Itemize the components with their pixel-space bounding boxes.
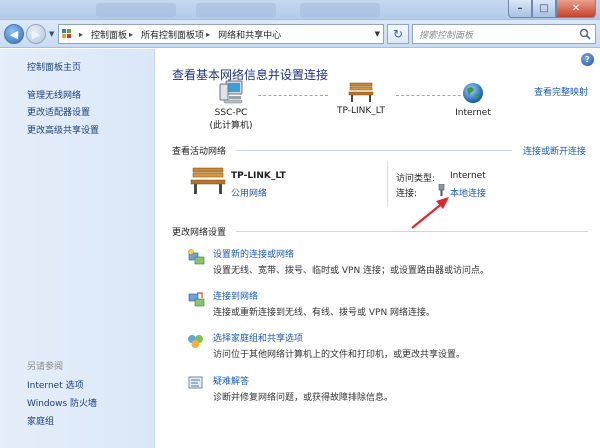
- address-row: ◀ ▶ ▼ ▸ 控制面板 ▸ 所有控制面板项 ▸ 网络和共享中心 ▼ ↻ 搜索控制面…: [0, 20, 600, 48]
- sidebar-item-homegroup[interactable]: 家庭组: [27, 414, 54, 427]
- tab-placeholder: [96, 3, 176, 17]
- tab-placeholder: [196, 3, 276, 17]
- address-bar[interactable]: ▸ 控制面板 ▸ 所有控制面板项 ▸ 网络和共享中心 ▼: [58, 24, 384, 44]
- new-connection-icon: [187, 249, 205, 268]
- map-node-network[interactable]: TP-LINK_LT: [321, 81, 401, 116]
- map-connector: [258, 95, 328, 96]
- forward-button[interactable]: ▶: [26, 24, 46, 44]
- refresh-button[interactable]: ↻: [387, 24, 409, 44]
- internet-label: Internet: [455, 108, 491, 118]
- breadcrumb-label: 控制面板: [91, 30, 128, 41]
- local-connection-link[interactable]: 本地连接: [450, 186, 486, 199]
- ethernet-icon: [437, 183, 446, 199]
- control-panel-icon: [59, 25, 75, 43]
- tab-placeholder: [300, 3, 380, 17]
- computer-name: SSC-PC: [214, 108, 248, 118]
- title-bar: – □ ✕: [0, 0, 600, 20]
- breadcrumb-all-items[interactable]: 所有控制面板项 ▸: [139, 28, 216, 41]
- breadcrumb-network-center[interactable]: 网络和共享中心: [216, 28, 283, 41]
- sidebar-item-manage-wireless[interactable]: 管理无线网络: [27, 88, 81, 101]
- task-new-connection-link[interactable]: 设置新的连接或网络: [213, 247, 294, 260]
- computer-subtitle: (此计算机): [209, 121, 253, 131]
- section-divider: [236, 231, 588, 232]
- sidebar-item-home[interactable]: 控制面板主页: [27, 60, 81, 73]
- change-settings-heading: 更改网络设置: [172, 228, 227, 238]
- network-name: TP-LINK_LT: [336, 106, 386, 116]
- task-troubleshoot-desc: 诊断并修复网络问题，或获得故障排除信息。: [213, 393, 394, 403]
- sidebar-item-firewall[interactable]: Windows 防火墙: [27, 396, 97, 409]
- breadcrumb-control-panel[interactable]: 控制面板 ▸: [89, 28, 139, 41]
- computer-icon: [217, 80, 245, 108]
- view-full-map-link[interactable]: 查看完整映射: [534, 85, 588, 98]
- task-homegroup-link[interactable]: 选择家庭组和共享选项: [213, 331, 303, 344]
- homegroup-icon: [187, 333, 205, 352]
- sidebar-item-internet-options[interactable]: Internet 选项: [27, 378, 84, 391]
- maximize-button[interactable]: □: [532, 0, 556, 18]
- back-button[interactable]: ◀: [4, 24, 24, 44]
- active-network-name: TP-LINK_LT: [231, 171, 286, 181]
- help-icon[interactable]: ?: [581, 53, 594, 66]
- troubleshoot-icon: [187, 375, 205, 394]
- vertical-divider: [387, 161, 388, 207]
- sidebar-item-advanced-sharing[interactable]: 更改高级共享设置: [27, 123, 99, 136]
- active-networks-heading: 查看活动网络: [172, 147, 227, 157]
- section-divider: [236, 150, 512, 151]
- sidebar: 控制面板主页 管理无线网络 更改适配器设置 更改高级共享设置 另请参阅 Inte…: [0, 49, 155, 448]
- search-icon: [579, 28, 591, 43]
- search-placeholder: 搜索控制面板: [419, 30, 474, 41]
- main-content: ? 查看基本网络信息并设置连接 查看完整映射 SSC-PC (此计算机) TP-…: [156, 49, 600, 448]
- access-type-value: Internet: [450, 171, 486, 181]
- map-node-internet[interactable]: Internet: [443, 81, 503, 118]
- minimize-button[interactable]: –: [508, 0, 532, 18]
- arrow-right-icon: ▶: [31, 27, 41, 41]
- task-connect-network-desc: 连接或重新连接到无线、有线、拨号或 VPN 网络连接。: [213, 308, 436, 318]
- task-troubleshoot-link[interactable]: 疑难解答: [213, 374, 249, 387]
- bench-icon: [348, 82, 374, 106]
- recent-pages-dropdown[interactable]: ▼: [49, 30, 54, 38]
- chevron-down-icon[interactable]: ▼: [375, 30, 380, 38]
- connect-network-icon: [187, 291, 205, 310]
- breadcrumb-label: 所有控制面板项: [141, 30, 205, 41]
- connect-disconnect-link[interactable]: 连接或断开连接: [523, 144, 586, 157]
- window-controls: – □ ✕: [508, 0, 596, 18]
- globe-icon: [461, 83, 485, 108]
- refresh-icon: ↻: [392, 27, 404, 41]
- access-type-label: 访问类型:: [396, 174, 436, 184]
- sidebar-item-adapter-settings[interactable]: 更改适配器设置: [27, 105, 90, 118]
- see-also-heading: 另请参阅: [27, 362, 64, 372]
- close-button[interactable]: ✕: [556, 0, 596, 18]
- task-homegroup-desc: 访问位于其他网络计算机上的文件和打印机，或更改共享设置。: [213, 350, 466, 360]
- breadcrumb-separator[interactable]: ▸: [75, 30, 89, 39]
- breadcrumb-label: 网络和共享中心: [218, 30, 282, 41]
- task-connect-network-link[interactable]: 连接到网络: [213, 289, 258, 302]
- task-new-connection-desc: 设置无线、宽带、拨号、临时或 VPN 连接；或设置路由器或访问点。: [213, 266, 490, 276]
- connection-label: 连接:: [396, 189, 418, 199]
- network-type-link[interactable]: 公用网络: [231, 186, 267, 199]
- search-input[interactable]: 搜索控制面板: [412, 24, 596, 44]
- bench-icon: [190, 165, 226, 198]
- map-node-computer[interactable]: SSC-PC (此计算机): [201, 79, 261, 131]
- arrow-left-icon: ◀: [9, 27, 19, 41]
